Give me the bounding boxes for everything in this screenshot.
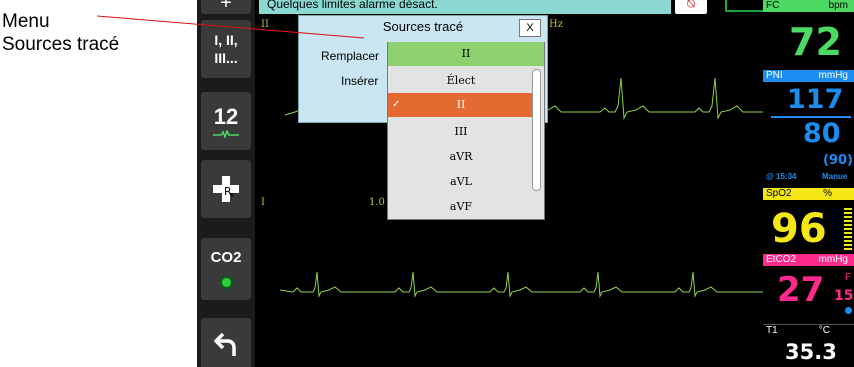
- annotation-line2: Sources tracé: [2, 34, 120, 55]
- twelve-lead-label: 12: [213, 104, 239, 129]
- lead-select-line2: III...: [214, 50, 238, 66]
- pni-systolic: 117: [787, 84, 844, 115]
- gain-label: 1.0: [369, 197, 385, 208]
- dropdown-item-selected[interactable]: ✓ II: [388, 93, 534, 117]
- insert-label: Insérer: [341, 74, 379, 88]
- rx-cross-icon: R x: [213, 176, 239, 202]
- spo2-signal-bar: [844, 208, 852, 250]
- dropdown-item[interactable]: III: [388, 120, 534, 144]
- t1-header[interactable]: T1 °C: [763, 324, 854, 336]
- ecg-trace-i: [279, 271, 765, 298]
- fc-value: 72: [789, 20, 842, 64]
- fc-unit: bpm: [828, 0, 848, 11]
- source-dropdown[interactable]: II Élect ✓ II III aVR aVL aVF: [387, 42, 545, 220]
- co2-button[interactable]: CO2: [201, 238, 251, 300]
- svg-text:x: x: [230, 191, 234, 199]
- spo2-header[interactable]: SpO2 %: [763, 188, 854, 200]
- drug-button[interactable]: R x: [201, 160, 251, 218]
- dropdown-item[interactable]: Élect: [388, 69, 534, 93]
- pni-header[interactable]: PNI mmHg: [763, 70, 854, 82]
- back-arrow-icon: [214, 332, 236, 356]
- fc-label: FC: [766, 0, 780, 11]
- pni-mean: (90): [823, 153, 853, 168]
- etco2-indicator-icon: [845, 307, 852, 314]
- co2-label: CO2: [210, 249, 242, 266]
- pni-mode: Manue: [822, 172, 848, 181]
- dropdown-item[interactable]: aVF: [388, 195, 534, 219]
- lead-ii-label: II: [261, 19, 269, 30]
- t1-label: T1: [766, 325, 778, 336]
- replace-value[interactable]: II: [388, 42, 544, 66]
- status-indicator: [725, 0, 765, 12]
- dropdown-item[interactable]: aVR: [388, 145, 534, 169]
- etco2-rr-label: F: [845, 272, 852, 283]
- pni-unit: mmHg: [818, 70, 848, 81]
- hz-label: Hz: [549, 19, 563, 30]
- vitals-panel: FC bpm 72 PNI mmHg 117 80 (90) @ 15:34 M…: [763, 0, 854, 367]
- lead-select-line1: I, II,: [214, 32, 238, 48]
- dialog-title: Sources tracé: [382, 19, 464, 34]
- etco2-unit: mmHg: [818, 254, 848, 265]
- spo2-unit: %: [823, 188, 832, 199]
- pni-time: @ 15:34: [766, 172, 797, 181]
- annotation: Menu Sources tracé: [2, 10, 182, 56]
- co2-status-icon: [219, 276, 233, 289]
- fc-header[interactable]: FC bpm: [763, 0, 854, 12]
- add-button[interactable]: +: [201, 0, 251, 14]
- etco2-label: EtCO2: [766, 254, 797, 265]
- replace-label: Remplacer: [321, 49, 380, 63]
- dropdown-item-label: II: [456, 98, 466, 111]
- lead-select-button[interactable]: I, II, III...: [201, 20, 251, 78]
- etco2-header[interactable]: EtCO2 mmHg: [763, 254, 854, 266]
- back-button[interactable]: [201, 318, 251, 367]
- alarm-off-icon[interactable]: ⍉: [675, 0, 707, 14]
- pni-label: PNI: [766, 70, 783, 81]
- alarm-status-bar[interactable]: Quelques limites alarme désact.: [259, 0, 671, 14]
- dropdown-scrollbar[interactable]: [532, 69, 541, 191]
- spo2-label: SpO2: [766, 188, 792, 199]
- annotation-line1: Menu: [2, 11, 50, 32]
- check-icon: ✓: [392, 99, 401, 110]
- ecg-wave-icon: [213, 130, 239, 138]
- lead-i-label: I: [261, 197, 265, 208]
- dropdown-item[interactable]: aVL: [388, 170, 534, 194]
- spo2-value: 96: [771, 206, 827, 252]
- etco2-rr-value: 15: [834, 288, 854, 304]
- etco2-value: 27: [777, 270, 825, 310]
- close-button[interactable]: X: [519, 19, 541, 37]
- twelve-lead-button[interactable]: 12: [201, 92, 251, 150]
- t1-value: 35.3: [785, 340, 837, 364]
- pni-diastolic: 80: [803, 118, 841, 149]
- t1-unit: °C: [818, 325, 830, 336]
- sidebar: + I, II, III... 12 R x CO2: [197, 0, 255, 367]
